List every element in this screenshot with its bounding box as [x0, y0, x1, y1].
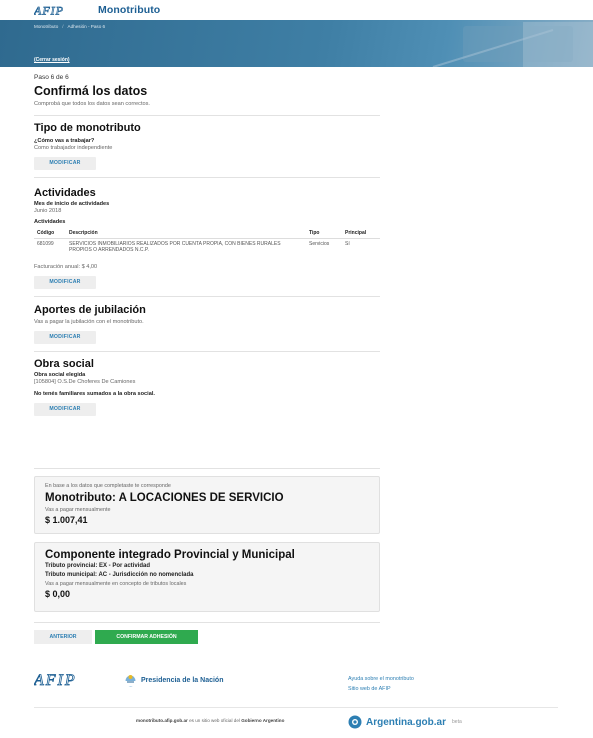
modificar-actividades-button[interactable]: MODIFICAR — [34, 276, 96, 289]
page-title: Confirmá los datos — [34, 84, 148, 98]
footer-links: Ayuda sobre el monotributo Sitio web de … — [348, 674, 414, 694]
componente-integrado-card: Componente integrado Provincial y Munici… — [34, 542, 380, 612]
modificar-obra-social-button[interactable]: MODIFICAR — [34, 403, 96, 416]
modificar-tipo-button[interactable]: MODIFICAR — [34, 157, 96, 170]
section-title-jubilacion: Aportes de jubilación — [34, 304, 146, 316]
footer-bottom-text: monotributo.afip.gob.ar es un sitio web … — [136, 718, 284, 723]
col-descripcion: Descripción — [66, 228, 306, 239]
monotributo-result-card: En base a los datos que completaste te c… — [34, 476, 380, 534]
facturacion-anual: Facturación anual: $ 4,00 — [34, 264, 98, 270]
footer-afip-logo[interactable]: AFIP — [33, 672, 104, 693]
section-title-tipo: Tipo de monotributo — [34, 122, 141, 134]
hero-decoration — [432, 22, 593, 67]
section-tipo: Tipo de monotributo ¿Cómo vas a trabajar… — [34, 122, 380, 170]
modificar-jubilacion-button[interactable]: MODIFICAR — [34, 331, 96, 344]
col-codigo: Código — [34, 228, 66, 239]
afip-logo[interactable]: AFIP — [34, 4, 92, 16]
page-subtitle: Comprobá que todos los datos sean correc… — [34, 101, 150, 107]
result-pay-label: Vas a pagar mensualmente — [45, 507, 111, 513]
componente-title: Componente integrado Provincial y Munici… — [45, 549, 295, 561]
componente-amount: $ 0,00 — [45, 589, 71, 599]
section-title-obra-social: Obra social — [34, 358, 94, 370]
componente-pay-label: Vas a pagar mensualmente en concepto de … — [45, 581, 187, 587]
section-jubilacion: Aportes de jubilación Vas a pagar la jub… — [34, 304, 380, 344]
breadcrumb: Monotributo / Adhesión - Paso 6 — [34, 24, 105, 29]
mes-inicio-label: Mes de inicio de actividades — [34, 201, 110, 207]
logout-link[interactable]: (Cerrar sesión) — [34, 57, 70, 63]
tipo-question: ¿Cómo vas a trabajar? — [34, 138, 95, 144]
main-content: Paso 6 de 6 Confirmá los datos Comprobá … — [34, 74, 380, 416]
table-row: 681099 SERVICIOS INMOBILIARIOS REALIZADO… — [34, 239, 380, 253]
cell-tipo: Servicios — [309, 241, 330, 247]
sun-icon — [348, 715, 362, 729]
ayuda-monotributo-link[interactable]: Ayuda sobre el monotributo — [348, 674, 414, 684]
familiares-text: No tenés familiares sumados a la obra so… — [34, 391, 155, 397]
presidencia-text: Presidencia de la Nación — [141, 677, 224, 684]
confirmar-adhesion-button[interactable]: CONFIRMAR ADHESIÓN — [95, 630, 198, 644]
mes-inicio-value: Junio 2018 — [34, 208, 62, 214]
table-header-row: Código Descripción Tipo Principal — [34, 228, 380, 239]
footer-official-text: es un sitio web oficial del — [189, 718, 240, 723]
anterior-button[interactable]: ANTERIOR — [34, 630, 92, 644]
result-intro: En base a los datos que completaste te c… — [45, 483, 171, 489]
presidencia-logo[interactable]: Presidencia de la Nación — [124, 674, 223, 687]
svg-text:AFIP: AFIP — [34, 5, 64, 16]
footer-divider — [34, 707, 558, 708]
hero-banner: Monotributo / Adhesión - Paso 6 (Cerrar … — [0, 20, 593, 67]
col-tipo: Tipo — [306, 228, 342, 239]
divider — [34, 296, 380, 297]
brand-title: Monotributo — [98, 4, 161, 16]
result-amount: $ 1.007,41 — [45, 515, 88, 525]
sitio-afip-link[interactable]: Sitio web de AFIP — [348, 684, 414, 694]
escudo-icon — [125, 675, 136, 687]
obra-social-label: Obra social elegida — [34, 372, 86, 378]
tipo-answer: Como trabajador independiente — [34, 145, 113, 151]
divider — [34, 622, 380, 623]
jubilacion-text: Vas a pagar la jubilación con el monotri… — [34, 319, 144, 325]
footer-site: monotributo.afip.gob.ar — [136, 718, 188, 723]
actividades-table: Código Descripción Tipo Principal 681099… — [34, 228, 380, 253]
tributo-provincial: Tributo provincial: EX - Por actividad — [45, 563, 151, 569]
actividades-list-label: Actividades — [34, 219, 66, 225]
breadcrumb-item-monotributo[interactable]: Monotributo — [34, 24, 58, 29]
divider — [34, 177, 380, 178]
argentina-text: Argentina.gob.ar — [366, 716, 447, 728]
cell-descripcion: SERVICIOS INMOBILIARIOS REALIZADOS POR C… — [69, 241, 281, 253]
result-category-title: Monotributo: A LOCACIONES DE SERVICIO — [45, 492, 284, 504]
breadcrumb-item-current: Adhesión - Paso 6 — [67, 24, 106, 29]
top-bar: AFIP Monotributo — [0, 0, 593, 20]
divider — [34, 115, 380, 116]
divider — [34, 468, 380, 469]
svg-text:AFIP: AFIP — [34, 672, 77, 688]
section-title-actividades: Actividades — [34, 187, 96, 199]
tributo-municipal: Tributo municipal: AC - Jurisdicción no … — [45, 572, 194, 578]
cell-principal: Sí — [345, 241, 350, 247]
section-obra-social: Obra social Obra social elegida [105804]… — [34, 358, 380, 416]
footer-org: Gobierno Argentino — [241, 718, 285, 723]
divider — [34, 351, 380, 352]
argentina-gob-logo[interactable]: Argentina.gob.ar beta — [348, 715, 462, 729]
cell-codigo: 681099 — [37, 241, 54, 247]
obra-social-value: [105804] O.S.De Choferes De Camiones — [34, 379, 136, 385]
step-indicator: Paso 6 de 6 — [34, 74, 69, 81]
section-actividades: Actividades Mes de inicio de actividades… — [34, 187, 380, 289]
breadcrumb-separator: / — [62, 24, 64, 29]
col-principal: Principal — [342, 228, 380, 239]
beta-badge: beta — [452, 719, 462, 725]
